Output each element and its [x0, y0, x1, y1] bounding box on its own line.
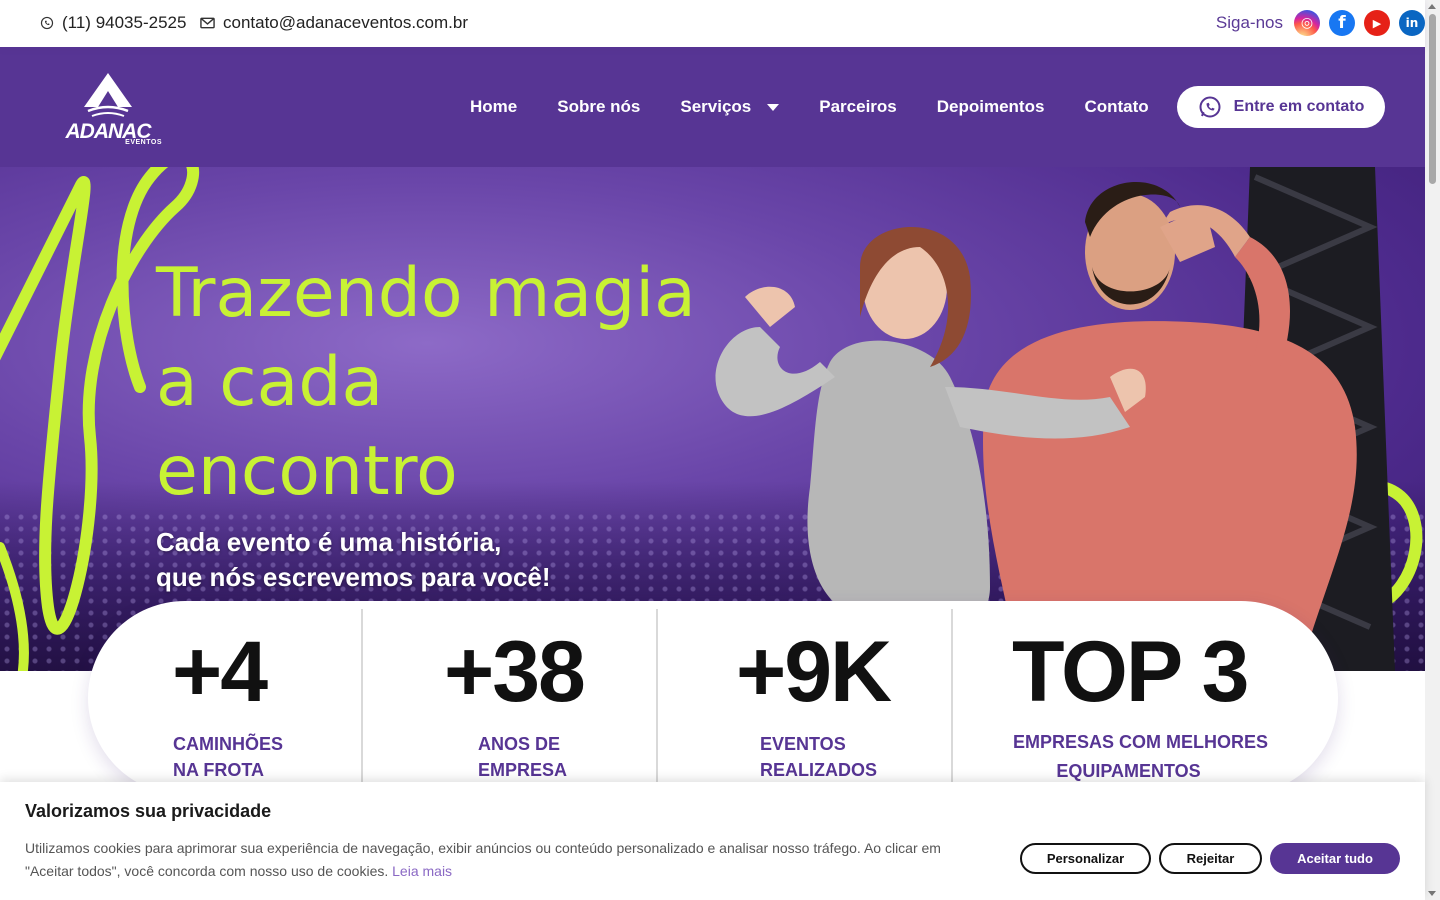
top-contact-bar: (11) 94035-2525 contato@adanaceventos.co… [0, 0, 1425, 47]
phone-contact[interactable]: (11) 94035-2525 [40, 13, 186, 33]
nav-contato[interactable]: Contato [1084, 97, 1148, 117]
caret-down-icon [767, 103, 780, 111]
cookie-read-more-link[interactable]: Leia mais [392, 863, 452, 879]
cookie-description: Utilizamos cookies para aprimorar sua ex… [25, 840, 941, 879]
stat-years: +38 ANOS DE EMPRESA [363, 601, 656, 795]
cta-label: Entre em contato [1233, 98, 1365, 115]
stat-label: ANOS DE EMPRESA [478, 731, 567, 783]
envelope-icon [200, 17, 215, 29]
stat-events: +9K EVENTOS REALIZADOS [658, 601, 951, 795]
stat-label-line: CAMINHÕES [173, 734, 284, 754]
stat-value: +9K [736, 624, 892, 720]
scrollbar-thumb[interactable] [1429, 14, 1436, 184]
stat-label: CAMINHÕES NA FROTA [173, 731, 283, 783]
social-links: Siga-nos ◎ f ▶ in [1216, 10, 1425, 36]
facebook-icon[interactable]: f [1329, 10, 1355, 36]
lime-squiggle-left-2 [0, 542, 29, 671]
hero-title-line-3: encontro [156, 432, 458, 511]
stat-top3: TOP 3 EMPRESAS COM MELHORES EQUIPAMENTOS [953, 601, 1338, 795]
stat-value: TOP 3 [1012, 624, 1249, 720]
hero-title-line-1: Trazendo magia [156, 254, 696, 333]
nav-servicos-label: Serviços [680, 97, 752, 116]
instagram-icon[interactable]: ◎ [1294, 10, 1320, 36]
phone-number: (11) 94035-2525 [62, 13, 187, 32]
nav-sobre-nos[interactable]: Sobre nós [557, 97, 640, 117]
cookie-customize-button[interactable]: Personalizar [1020, 843, 1151, 874]
hero-subtitle: Cada evento é uma história, que nós escr… [156, 525, 551, 595]
site-header: ADANAC EVENTOS Home Sobre nós Serviços P… [0, 47, 1425, 167]
stat-label: EMPRESAS COM MELHORES EQUIPAMENTOS [1013, 728, 1269, 786]
page-scrollbar[interactable] [1425, 0, 1440, 900]
cookie-text: Utilizamos cookies para aprimorar sua ex… [25, 837, 975, 883]
logo-subtext: EVENTOS [125, 139, 162, 146]
nav-servicos[interactable]: Serviços [680, 97, 780, 117]
stat-value: +38 [444, 624, 586, 720]
stat-label-line: NA FROTA [173, 760, 264, 780]
whatsapp-icon [1199, 96, 1221, 118]
stat-label-line: EVENTOS [760, 734, 846, 754]
hero-title-line-2: a cada [156, 343, 384, 422]
hero-subtitle-line-2: que nós escrevemos para você! [156, 562, 551, 592]
cookie-accept-button[interactable]: Aceitar tudo [1270, 843, 1400, 874]
stat-label-line: REALIZADOS [760, 760, 877, 780]
linkedin-icon[interactable]: in [1399, 10, 1425, 36]
email-contact[interactable]: contato@adanaceventos.com.br [200, 13, 468, 33]
follow-label: Siga-nos [1215, 13, 1283, 32]
logo-mark [84, 73, 132, 117]
main-nav: Home Sobre nós Serviços Parceiros Depoim… [470, 97, 1149, 117]
stat-label-line: ANOS DE [478, 734, 561, 754]
stat-trucks: +4 CAMINHÕES NA FROTA [88, 601, 362, 795]
cookie-title: Valorizamos sua privacidade [25, 801, 272, 821]
hero-banner: Trazendo magia a cada encontro Cada even… [0, 167, 1425, 671]
nav-depoimentos[interactable]: Depoimentos [937, 97, 1045, 117]
youtube-icon[interactable]: ▶ [1364, 10, 1390, 36]
email-address: contato@adanaceventos.com.br [223, 13, 469, 32]
hero-title: Trazendo magia a cada encontro [156, 249, 696, 516]
nav-parceiros[interactable]: Parceiros [819, 97, 897, 117]
stat-label: EVENTOS REALIZADOS [760, 731, 877, 783]
cookie-reject-button[interactable]: Rejeitar [1159, 843, 1262, 874]
stat-value: +4 [172, 624, 268, 720]
whatsapp-icon [40, 16, 54, 30]
cookie-consent-banner: Valorizamos sua privacidade Utilizamos c… [0, 782, 1425, 900]
stat-label-line: EMPRESA [478, 760, 568, 780]
nav-home[interactable]: Home [470, 97, 517, 117]
contact-cta-button[interactable]: Entre em contato [1177, 86, 1385, 128]
scroll-down-arrow-icon[interactable] [1428, 891, 1436, 896]
stats-panel: +4 CAMINHÕES NA FROTA +38 ANOS DE EMPRES… [88, 601, 1338, 795]
stat-label-line: EMPRESAS COM MELHORES [1013, 732, 1269, 752]
scroll-up-arrow-icon[interactable] [1428, 4, 1436, 9]
hero-subtitle-line-1: Cada evento é uma história, [156, 527, 502, 557]
adanac-logo[interactable]: ADANAC EVENTOS [52, 73, 164, 146]
